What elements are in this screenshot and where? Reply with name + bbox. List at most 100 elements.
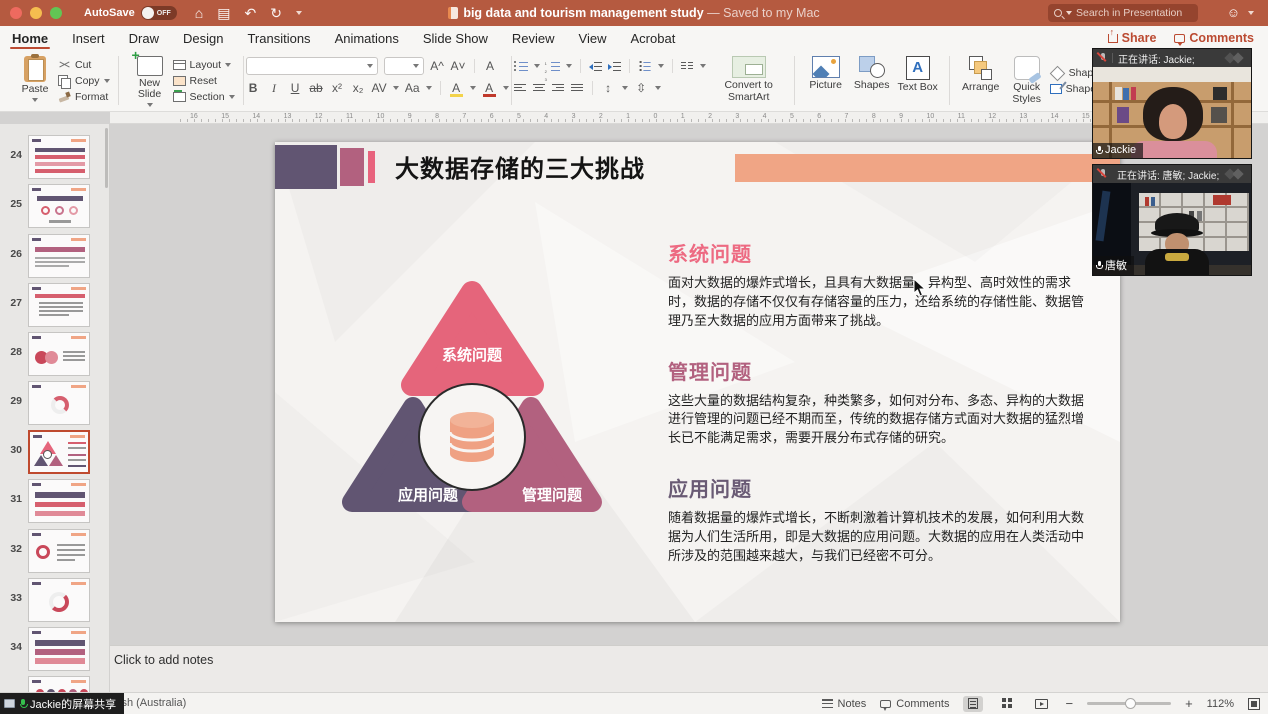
clear-formatting-button[interactable]: A: [483, 59, 498, 73]
system-triangle[interactable]: [412, 292, 533, 385]
section-body-management[interactable]: 这些大量的数据结构复杂，种类繁多，如何对分布、多态、异构的大数据进行管理的问题已…: [668, 392, 1090, 449]
reset-button[interactable]: Reset: [173, 73, 235, 88]
tab-insert[interactable]: Insert: [60, 26, 117, 50]
normal-view-button[interactable]: [963, 696, 983, 712]
slide-thumbnail-27[interactable]: [28, 283, 90, 327]
search-scope-chevron-icon[interactable]: [1066, 11, 1072, 15]
slide-thumbnail-34[interactable]: [28, 627, 90, 671]
slide-title[interactable]: 大数据存储的三大挑战: [395, 149, 645, 191]
toolbar-overflow-icon[interactable]: [296, 11, 302, 15]
chevron-down-icon[interactable]: [534, 64, 540, 68]
minimize-button[interactable]: [30, 7, 42, 19]
italic-button[interactable]: I: [267, 81, 282, 96]
shapes-button[interactable]: Shapes: [849, 54, 895, 107]
chevron-down-icon[interactable]: [426, 86, 432, 90]
undo-icon[interactable]: ↶: [244, 5, 256, 22]
slide-thumbnail-26[interactable]: [28, 234, 90, 278]
slide-sorter-view-button[interactable]: [997, 696, 1017, 712]
tab-acrobat[interactable]: Acrobat: [619, 26, 688, 50]
chevron-down-icon[interactable]: [225, 63, 231, 67]
font-size-select[interactable]: [384, 57, 424, 75]
convert-to-smartart-button[interactable]: Convert to SmartArt: [712, 54, 786, 107]
redo-icon[interactable]: ↻: [270, 5, 282, 22]
tab-design[interactable]: Design: [171, 26, 235, 50]
chevron-down-icon[interactable]: [566, 64, 572, 68]
tab-draw[interactable]: Draw: [117, 26, 171, 50]
picture-button[interactable]: Picture: [803, 54, 849, 107]
copy-button[interactable]: Copy: [58, 73, 110, 88]
arrange-button[interactable]: Arrange: [958, 54, 1004, 107]
sidebar-scrollbar[interactable]: [105, 128, 108, 188]
tab-home[interactable]: Home: [0, 26, 60, 50]
font-name-select[interactable]: [246, 57, 378, 75]
decrease-font-button[interactable]: A˅: [451, 59, 466, 73]
increase-font-button[interactable]: A^: [430, 59, 445, 73]
chevron-down-icon[interactable]: [622, 86, 628, 90]
search-box[interactable]: [1048, 4, 1198, 22]
underline-button[interactable]: U: [288, 81, 303, 95]
strikethrough-button[interactable]: ab: [309, 81, 324, 95]
autosave-toggle[interactable]: OFF: [141, 6, 177, 20]
comments-button[interactable]: Comments: [1174, 31, 1254, 45]
chevron-down-icon[interactable]: [104, 79, 110, 83]
section-heading-application[interactable]: 应用问题: [668, 473, 1090, 502]
tab-view[interactable]: View: [567, 26, 619, 50]
notes-pane[interactable]: Click to add notes: [110, 645, 1268, 692]
share-button[interactable]: Share: [1108, 31, 1157, 45]
text-box-button[interactable]: AText Box: [895, 54, 941, 107]
challenges-triangle-diagram[interactable]: 系统问题 应用问题 管理问题: [320, 270, 620, 532]
section-heading-management[interactable]: 管理问题: [668, 356, 1090, 385]
fit-slide-button[interactable]: [1248, 698, 1260, 710]
feedback-chevron-icon[interactable]: [1248, 11, 1254, 15]
meeting-video-window-tangmin[interactable]: 正在讲话: 唐敏; Jackie; 唐敏: [1092, 164, 1252, 276]
zoom-slider-knob[interactable]: [1125, 698, 1136, 709]
bold-button[interactable]: B: [246, 81, 261, 95]
quick-styles-button[interactable]: Quick Styles: [1004, 54, 1050, 107]
search-input[interactable]: [1076, 7, 1192, 19]
align-right-button[interactable]: [552, 83, 565, 94]
paste-button[interactable]: Paste: [12, 54, 58, 107]
slide-thumbnail-35[interactable]: [28, 676, 90, 692]
chevron-down-icon[interactable]: [655, 86, 661, 90]
highlight-color-button[interactable]: A: [449, 81, 464, 95]
cut-button[interactable]: Cut: [58, 57, 110, 72]
increase-indent-button[interactable]: [608, 61, 621, 72]
chevron-down-icon[interactable]: [658, 64, 664, 68]
justify-button[interactable]: [571, 83, 584, 94]
chevron-down-icon[interactable]: [470, 86, 476, 90]
slideshow-button[interactable]: [1031, 696, 1051, 712]
slide-thumbnail-32[interactable]: [28, 529, 90, 573]
tab-transitions[interactable]: Transitions: [235, 26, 322, 50]
slide-thumbnail-25[interactable]: [28, 184, 90, 228]
home-icon[interactable]: ⌂: [195, 5, 203, 21]
slide-thumbnail-33[interactable]: [28, 578, 90, 622]
chevron-down-icon[interactable]: [147, 103, 153, 107]
slide-thumbnail-24[interactable]: [28, 135, 90, 179]
section-button[interactable]: Section: [173, 89, 235, 104]
autosave-control[interactable]: AutoSave OFF: [84, 6, 177, 20]
slide-thumbnail-31[interactable]: [28, 479, 90, 523]
chevron-down-icon[interactable]: [229, 95, 235, 99]
section-body-system[interactable]: 面对大数据的爆炸式增长，且具有大数据量、异构型、高时效性的需求时，数据的存储不仅…: [668, 274, 1090, 331]
columns-button[interactable]: [681, 61, 694, 72]
change-case-button[interactable]: Aa: [405, 81, 420, 95]
align-text-button[interactable]: ⇳: [634, 81, 649, 95]
format-painter-button[interactable]: Format: [58, 89, 110, 104]
superscript-button[interactable]: x²: [330, 81, 345, 95]
line-spacing-button[interactable]: [639, 61, 650, 72]
tab-review[interactable]: Review: [500, 26, 567, 50]
comments-toggle-button[interactable]: Comments: [880, 698, 949, 710]
fullscreen-button[interactable]: [50, 7, 62, 19]
align-center-button[interactable]: [533, 83, 546, 94]
save-icon[interactable]: ▤: [217, 5, 230, 22]
bullets-button[interactable]: [514, 61, 528, 72]
feedback-smiley-icon[interactable]: ☺: [1227, 5, 1240, 20]
subscript-button[interactable]: x₂: [351, 81, 366, 95]
close-button[interactable]: [10, 7, 22, 19]
tab-slide-show[interactable]: Slide Show: [411, 26, 500, 50]
notes-placeholder[interactable]: Click to add notes: [114, 653, 213, 667]
layout-button[interactable]: Layout: [173, 57, 235, 72]
character-spacing-button[interactable]: AV: [372, 81, 387, 95]
notes-toggle-button[interactable]: Notes: [822, 698, 867, 710]
slide-thumbnail-pane[interactable]: 24 25 26 27 28: [0, 124, 110, 692]
